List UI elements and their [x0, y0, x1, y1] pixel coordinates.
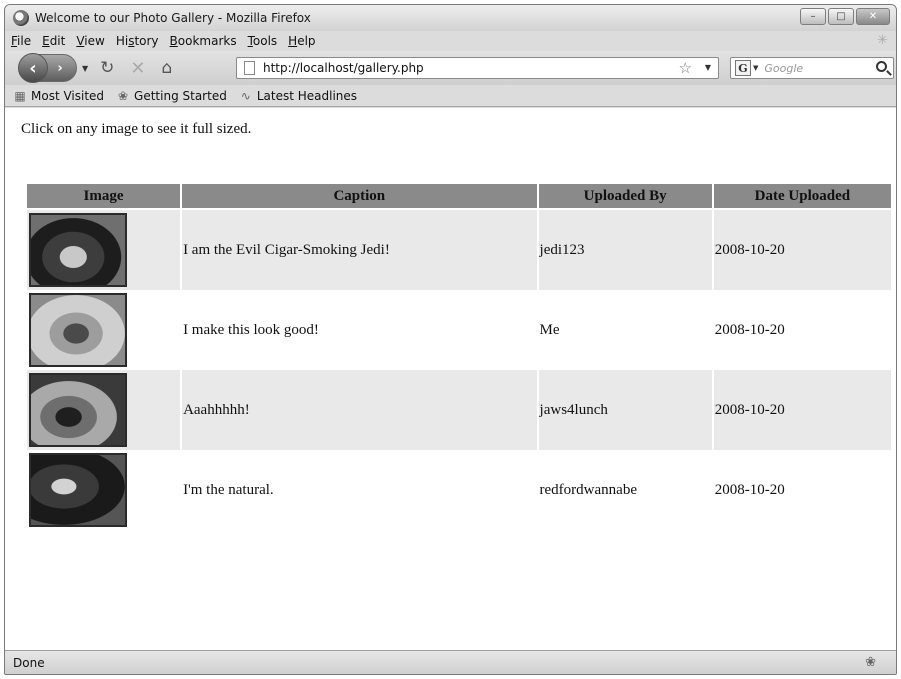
window-title: Welcome to our Photo Gallery - Mozilla F…	[35, 11, 311, 25]
bookmark-label: Getting Started	[134, 88, 227, 103]
table-row: Aaahhhhh! jaws4lunch 2008-10-20	[27, 370, 891, 450]
date-cell: 2008-10-20	[713, 370, 891, 450]
minimize-button[interactable]: –	[800, 8, 826, 25]
url-dropdown-icon[interactable]: ▼	[705, 63, 711, 72]
uploaded-by-cell: Me	[539, 321, 560, 338]
window-controls: – □ ✕	[800, 8, 890, 25]
date-cell: 2008-10-20	[714, 321, 785, 338]
photo-thumbnail[interactable]	[29, 293, 127, 367]
date-cell: 2008-10-20	[713, 210, 891, 290]
bookmark-latest-headlines[interactable]: ∿ Latest Headlines	[239, 89, 357, 103]
menu-file[interactable]: File	[11, 34, 31, 48]
status-text: Done	[13, 655, 45, 670]
photo-thumbnail[interactable]	[29, 213, 127, 287]
bookmarks-toolbar: ▦ Most Visited ❀ Getting Started ∿ Lates…	[5, 85, 896, 107]
firefox-logo-icon	[13, 10, 29, 26]
image-cell	[27, 370, 181, 450]
intro-text: Click on any image to see it full sized.	[21, 121, 252, 137]
rss-feed-icon: ∿	[240, 88, 251, 103]
caption-cell: I am the Evil Cigar-Smoking Jedi!	[182, 210, 537, 290]
menu-tools[interactable]: Tools	[248, 34, 278, 48]
search-input[interactable]: Google	[764, 62, 803, 75]
forward-button[interactable]: ›	[48, 57, 72, 79]
reload-icon[interactable]: ↻	[100, 58, 114, 78]
uploaded-by-cell: redfordwannabe	[539, 481, 637, 498]
stop-icon[interactable]: ✕	[130, 58, 145, 79]
header-image: Image	[27, 184, 181, 210]
image-cell	[27, 290, 180, 370]
close-button[interactable]: ✕	[856, 8, 890, 25]
home-icon[interactable]: ⌂	[162, 58, 173, 78]
search-engine-dropdown-icon[interactable]: ▼	[753, 64, 758, 72]
url-text[interactable]: http://localhost/gallery.php	[263, 61, 424, 75]
title-bar: Welcome to our Photo Gallery - Mozilla F…	[5, 5, 896, 31]
back-button[interactable]: ‹	[18, 53, 48, 83]
gallery-table: Image Caption Uploaded By Date Uploaded …	[25, 184, 893, 530]
header-caption: Caption	[182, 184, 537, 210]
image-cell	[27, 450, 180, 530]
star-icon[interactable]: ☆	[679, 59, 692, 77]
page-icon	[244, 61, 255, 75]
menu-bar: File Edit View History Bookmarks Tools H…	[5, 31, 896, 51]
menu-edit[interactable]: Edit	[42, 34, 65, 48]
table-row: I am the Evil Cigar-Smoking Jedi! jedi12…	[27, 210, 891, 290]
photo-thumbnail[interactable]	[29, 373, 127, 447]
menu-history[interactable]: History	[116, 34, 159, 48]
date-cell: 2008-10-20	[714, 481, 785, 498]
google-icon[interactable]: G	[735, 60, 751, 76]
back-forward-group: ‹ ›	[18, 53, 77, 83]
caption-cell: I make this look good!	[183, 321, 319, 338]
most-visited-icon: ▦	[14, 88, 26, 103]
bookmark-label: Most Visited	[31, 88, 105, 103]
menu-bookmarks[interactable]: Bookmarks	[170, 34, 237, 48]
search-icon[interactable]	[876, 61, 887, 72]
menu-help[interactable]: Help	[288, 34, 315, 48]
image-cell	[27, 210, 181, 290]
getting-started-icon: ❀	[118, 88, 129, 103]
uploaded-by-cell: jaws4lunch	[538, 370, 712, 450]
table-row: I make this look good! Me 2008-10-20	[27, 290, 891, 370]
bookmark-label: Latest Headlines	[256, 88, 358, 103]
table-header-row: Image Caption Uploaded By Date Uploaded	[27, 184, 891, 210]
table-row: I'm the natural. redfordwannabe 2008-10-…	[27, 450, 891, 530]
addon-icon[interactable]: ❀	[865, 655, 876, 670]
caption-cell: I'm the natural.	[183, 481, 274, 498]
history-dropdown-icon[interactable]: ▼	[82, 64, 88, 73]
photo-thumbnail[interactable]	[29, 453, 127, 527]
bookmark-getting-started[interactable]: ❀ Getting Started	[116, 89, 227, 103]
bookmark-most-visited[interactable]: ▦ Most Visited	[13, 89, 104, 103]
search-bar[interactable]: G ▼ Google	[730, 57, 894, 79]
caption-cell: Aaahhhhh!	[182, 370, 537, 450]
menu-view[interactable]: View	[76, 34, 104, 48]
activity-throbber-icon: ✳	[877, 33, 888, 48]
maximize-button[interactable]: □	[828, 8, 854, 25]
status-bar: Done ❀	[5, 650, 896, 674]
header-date-uploaded: Date Uploaded	[713, 184, 891, 210]
uploaded-by-cell: jedi123	[538, 210, 712, 290]
page-content: Click on any image to see it full sized.…	[5, 108, 896, 651]
browser-window: Welcome to our Photo Gallery - Mozilla F…	[4, 4, 897, 675]
header-uploaded-by: Uploaded By	[538, 184, 712, 210]
navigation-toolbar: ‹ › ▼ ↻ ✕ ⌂ http://localhost/gallery.php…	[5, 51, 896, 85]
address-bar[interactable]: http://localhost/gallery.php ☆ ▼	[236, 57, 719, 79]
